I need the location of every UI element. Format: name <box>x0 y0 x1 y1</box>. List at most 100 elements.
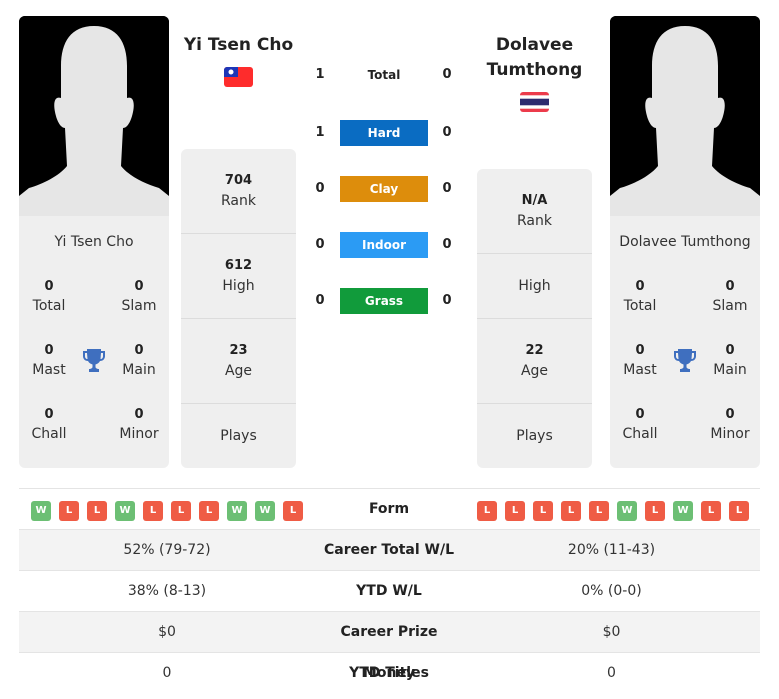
player2-card-name: Dolavee Tumthong <box>619 234 751 250</box>
table-row: 52% (79-72) Career Total W/L 20% (11-43) <box>19 530 760 571</box>
titles-slam-value: 0 <box>725 279 735 294</box>
indoor-badge: Indoor <box>340 232 428 258</box>
player2-name-line1: Dolavee <box>495 35 574 55</box>
rank-value: 704 <box>224 173 253 188</box>
titles-chall: 0 Chall <box>19 406 79 444</box>
titles-slam-label: Slam <box>121 298 157 314</box>
form-loss-badge: L <box>729 501 749 521</box>
h2h-indoor-left: 0 <box>315 237 325 252</box>
form-loss-badge: L <box>561 501 581 521</box>
form-win-badge: W <box>115 501 135 521</box>
high-value: 612 <box>224 258 253 273</box>
player1-form: WLLWLLLWWL <box>31 501 303 521</box>
titles-total-value: 0 <box>635 279 645 294</box>
form-loss-badge: L <box>59 501 79 521</box>
plays-label: Plays <box>220 428 257 444</box>
player2-high: High <box>477 254 592 319</box>
thailand-flag-icon <box>520 92 549 112</box>
player2-photo <box>610 16 760 216</box>
hard-badge: Hard <box>340 120 428 146</box>
ytd-titles-label: YTD Titles <box>349 665 429 681</box>
silhouette-icon <box>610 16 760 216</box>
rank-label: Rank <box>221 193 256 209</box>
table-row: 0 YTD Titles 0 <box>19 653 760 694</box>
player2-stats: N/A Rank High 22 Age Plays <box>477 169 592 468</box>
titles-main: 0 Main <box>109 342 169 380</box>
silhouette-icon <box>19 16 169 216</box>
player2-name-line2: Tumthong <box>486 60 583 80</box>
form-loss-badge: L <box>589 501 609 521</box>
career-wl-label: Career Total W/L <box>324 542 454 558</box>
player1-plays: Plays <box>181 404 296 468</box>
form-win-badge: W <box>673 501 693 521</box>
h2h-total-row: 1 Total 0 <box>310 62 460 88</box>
h2h-grass-row: 0 Grass 0 <box>310 288 460 314</box>
form-row: WLLWLLLWWL Form LLLLLWLWLL <box>19 489 760 530</box>
titles-minor-value: 0 <box>725 407 735 422</box>
player1-age: 23 Age <box>181 319 296 404</box>
clay-badge: Clay <box>340 176 428 202</box>
titles-slam-label: Slam <box>712 298 748 314</box>
form-loss-badge: L <box>645 501 665 521</box>
titles-minor: 0 Minor <box>700 406 760 444</box>
player2-age: 22 Age <box>477 319 592 404</box>
player1-high: 612 High <box>181 234 296 319</box>
prize-money-left: $0 <box>158 624 176 640</box>
career-wl-right: 20% (11-43) <box>567 542 656 558</box>
titles-total-label: Total <box>623 298 657 314</box>
titles-mast-value: 0 <box>44 343 54 358</box>
titles-mast-label: Mast <box>623 362 657 378</box>
h2h-total-left: 1 <box>315 67 325 82</box>
player2-rank: N/A Rank <box>477 169 592 254</box>
titles-main: 0 Main <box>700 342 760 380</box>
comparison-table: WLLWLLLWWL Form LLLLLWLWLL 52% (79-72) C… <box>19 488 760 694</box>
form-loss-badge: L <box>505 501 525 521</box>
table-row: 38% (8-13) YTD W/L 0% (0-0) <box>19 571 760 612</box>
titles-mast-value: 0 <box>635 343 645 358</box>
plays-label: Plays <box>516 428 553 444</box>
age-value: 22 <box>525 343 544 358</box>
rank-value: N/A <box>521 193 548 208</box>
h2h-hard-right: 0 <box>442 125 452 140</box>
form-win-badge: W <box>31 501 51 521</box>
titles-main-value: 0 <box>725 343 735 358</box>
player1-card: Yi Tsen Cho 0 Total 0 Slam 0 Mast 0 Main… <box>19 16 169 468</box>
player2-name[interactable]: Dolavee Tumthong <box>477 33 592 83</box>
trophy-icon <box>674 349 696 372</box>
titles-slam: 0 Slam <box>700 278 760 316</box>
titles-chall-value: 0 <box>44 407 54 422</box>
titles-slam-value: 0 <box>134 279 144 294</box>
titles-minor-label: Minor <box>119 426 159 442</box>
titles-chall-label: Chall <box>622 426 658 442</box>
h2h-total-right: 0 <box>442 67 452 82</box>
player1-name[interactable]: Yi Tsen Cho <box>181 33 296 58</box>
h2h-total-label: Total <box>367 68 401 82</box>
h2h-clay-left: 0 <box>315 181 325 196</box>
form-loss-badge: L <box>283 501 303 521</box>
trophy-icon <box>83 349 105 372</box>
titles-chall-value: 0 <box>635 407 645 422</box>
career-wl-left: 52% (79-72) <box>123 542 211 558</box>
age-value: 23 <box>229 343 248 358</box>
titles-total: 0 Total <box>19 278 79 316</box>
h2h-grass-right: 0 <box>442 293 452 308</box>
high-label: High <box>518 278 551 294</box>
player1-photo <box>19 16 169 216</box>
titles-minor-label: Minor <box>710 426 750 442</box>
taiwan-flag-icon <box>224 67 253 87</box>
titles-chall: 0 Chall <box>610 406 670 444</box>
form-loss-badge: L <box>701 501 721 521</box>
player2-plays: Plays <box>477 404 592 468</box>
titles-total-label: Total <box>32 298 66 314</box>
titles-main-label: Main <box>122 362 156 378</box>
ytd-titles-right: 0 <box>607 665 616 681</box>
age-label: Age <box>224 363 253 379</box>
form-loss-badge: L <box>199 501 219 521</box>
form-win-badge: W <box>617 501 637 521</box>
ytd-wl-left: 38% (8-13) <box>127 583 207 599</box>
h2h-indoor-row: 0 Indoor 0 <box>310 232 460 258</box>
form-label: Form <box>368 501 410 517</box>
titles-total-value: 0 <box>44 279 54 294</box>
ytd-wl-label: YTD W/L <box>356 583 422 599</box>
h2h-hard-row: 1 Hard 0 <box>310 120 460 146</box>
